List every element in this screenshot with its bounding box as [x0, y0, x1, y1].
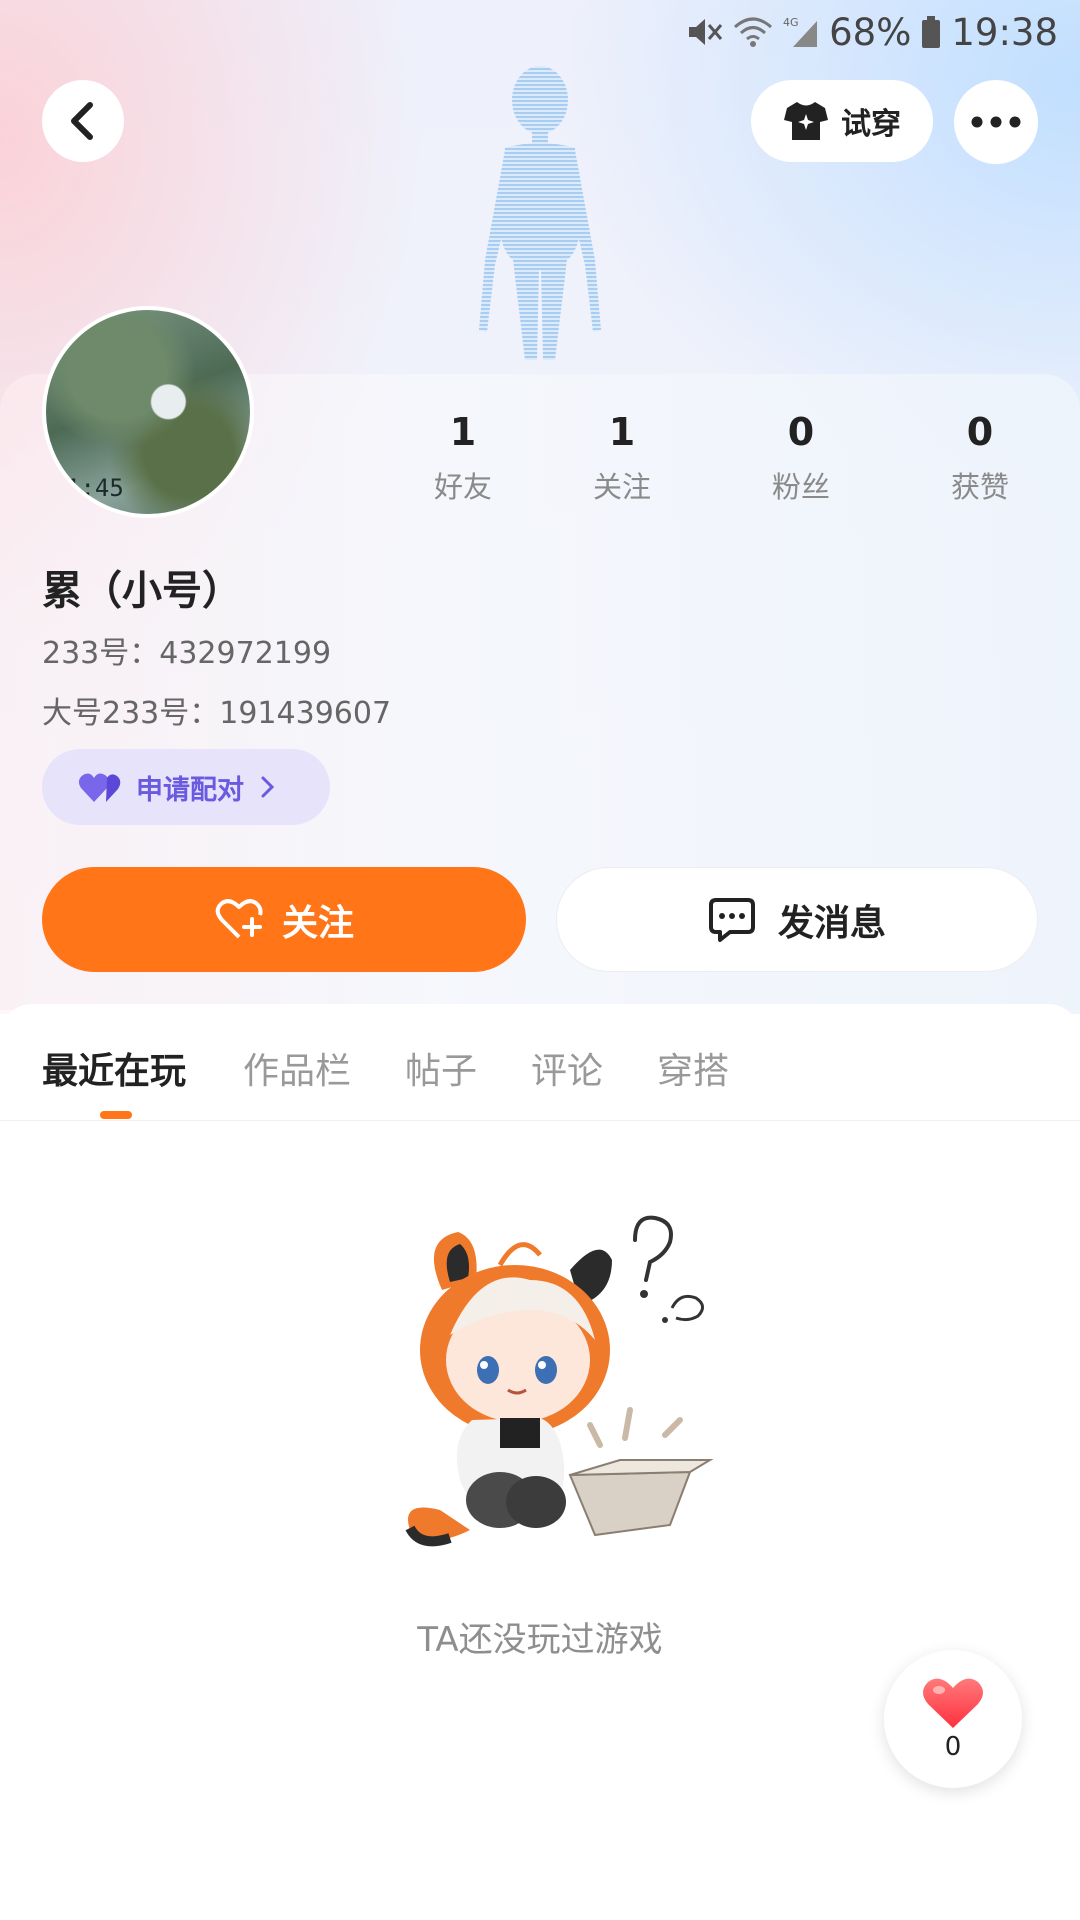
clock: 19:38: [951, 10, 1058, 54]
more-dots-icon: [971, 116, 1021, 128]
avatar[interactable]: 1:45: [42, 306, 254, 518]
like-button[interactable]: 0: [884, 1650, 1022, 1788]
active-tab-indicator: [100, 1111, 132, 1119]
back-button[interactable]: [42, 80, 124, 162]
status-bar: 4G 68% 19:38: [687, 8, 1058, 56]
chevron-left-icon: [71, 102, 93, 140]
profile-main-uid: 大号233号：191439607: [42, 696, 392, 731]
wifi-icon: [734, 17, 773, 47]
avatar-3d-figure: [479, 66, 601, 360]
like-count: 0: [944, 1732, 962, 1762]
stat-label: 获赞: [950, 470, 1009, 504]
stat-fans[interactable]: 0 粉丝: [741, 410, 861, 506]
more-button[interactable]: [954, 80, 1038, 164]
follow-button[interactable]: 关注: [42, 867, 526, 972]
avatar-stamp: 1:45: [66, 474, 124, 502]
double-heart-icon: [78, 773, 121, 802]
chat-bubble-icon: [708, 897, 755, 942]
tab-posts[interactable]: 帖子: [405, 1042, 477, 1094]
profile-name: 累（小号）: [42, 568, 242, 614]
tshirt-icon: [784, 102, 828, 140]
stat-value: 1: [449, 410, 477, 454]
chevron-right-icon: [261, 776, 275, 798]
tab-outfits[interactable]: 穿搭: [657, 1042, 729, 1094]
stat-value: 0: [787, 410, 815, 454]
stat-label: 好友: [433, 470, 492, 504]
empty-state-message: TA还没玩过游戏: [417, 1620, 663, 1660]
try-on-label: 试穿: [841, 107, 901, 142]
stat-label: 粉丝: [771, 470, 830, 504]
stat-following[interactable]: 1 关注: [562, 410, 682, 506]
tab-works[interactable]: 作品栏: [243, 1042, 351, 1094]
signal-icon: 4G: [783, 16, 818, 47]
message-button[interactable]: 发消息: [556, 867, 1038, 972]
stat-likes[interactable]: 0 获赞: [920, 410, 1040, 506]
pair-request-label: 申请配对: [136, 774, 244, 806]
message-label: 发消息: [777, 902, 886, 944]
heart-icon: [923, 1678, 983, 1728]
try-on-button[interactable]: 试穿: [751, 80, 933, 162]
follow-label: 关注: [281, 902, 354, 944]
pair-request-button[interactable]: 申请配对: [42, 749, 330, 825]
heart-plus-icon: [215, 898, 263, 938]
tab-comments[interactable]: 评论: [531, 1042, 603, 1094]
stat-value: 1: [608, 410, 636, 454]
svg-text:4G: 4G: [783, 16, 799, 29]
tab-recent-played[interactable]: 最近在玩: [42, 1042, 186, 1094]
stat-label: 关注: [592, 470, 651, 504]
battery-icon: [922, 16, 941, 48]
battery-percent: 68%: [829, 10, 912, 54]
profile-uid: 233号：432972199: [42, 636, 332, 671]
tab-bar: 最近在玩 作品栏 帖子 评论 穿搭: [0, 1004, 1080, 1121]
mute-icon: [689, 19, 723, 45]
empty-state-illustration: [405, 1215, 714, 1547]
stat-value: 0: [966, 410, 994, 454]
stat-friends[interactable]: 1 好友: [403, 410, 523, 506]
